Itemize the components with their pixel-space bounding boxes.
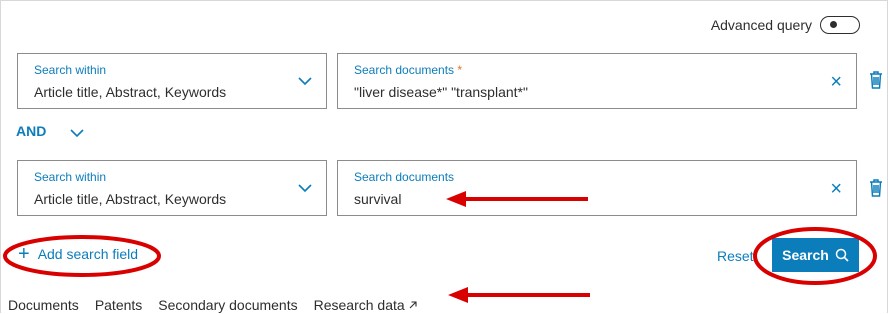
advanced-query-toggle[interactable] — [820, 16, 860, 34]
search-documents-field-1[interactable]: Search documents * "liver disease*" "tra… — [337, 53, 857, 109]
search-documents-value: survival — [354, 191, 402, 207]
toggle-knob — [830, 21, 837, 28]
search-within-label: Search within — [34, 63, 107, 77]
search-documents-label: Search documents — [354, 170, 455, 184]
search-within-select-1[interactable]: Search within Article title, Abstract, K… — [17, 53, 327, 109]
tab-research-data[interactable]: Research data — [314, 297, 418, 313]
chevron-down-icon — [298, 184, 312, 193]
tab-secondary-documents[interactable]: Secondary documents — [158, 297, 297, 313]
tab-documents[interactable]: Documents — [8, 297, 79, 313]
document-type-tabs: Documents Patents Secondary documents Re… — [8, 297, 418, 313]
close-icon[interactable]: × — [830, 72, 842, 92]
required-marker: * — [457, 63, 463, 77]
chevron-down-icon — [70, 129, 84, 138]
chevron-down-icon — [298, 77, 312, 86]
add-search-field-button[interactable]: + Add search field — [18, 243, 139, 265]
search-within-value: Article title, Abstract, Keywords — [34, 84, 227, 100]
trash-icon[interactable] — [869, 179, 883, 197]
search-within-value: Article title, Abstract, Keywords — [34, 191, 227, 207]
add-search-field-label: Add search field — [37, 246, 139, 262]
search-documents-value: "liver disease*" "transplant*" — [354, 84, 528, 100]
search-button-label: Search — [782, 247, 829, 263]
search-documents-field-2[interactable]: Search documents survival × — [337, 160, 857, 216]
research-data-label: Research data — [313, 297, 405, 313]
plus-icon: + — [18, 243, 30, 265]
operator-value: AND — [16, 123, 47, 139]
search-button[interactable]: Search — [772, 238, 859, 272]
search-form-panel — [0, 0, 888, 313]
search-within-label: Search within — [34, 170, 107, 184]
trash-icon[interactable] — [869, 71, 883, 89]
advanced-query-label: Advanced query — [710, 17, 812, 33]
boolean-operator-select[interactable]: AND — [16, 123, 84, 139]
tab-patents[interactable]: Patents — [95, 297, 142, 313]
search-icon — [835, 248, 849, 262]
external-link-icon — [409, 301, 417, 309]
advanced-query-control[interactable]: Advanced query — [711, 16, 860, 34]
search-documents-label: Search documents * — [354, 63, 463, 77]
search-within-select-2[interactable]: Search within Article title, Abstract, K… — [17, 160, 327, 216]
close-icon[interactable]: × — [830, 179, 842, 199]
reset-button[interactable]: Reset — [717, 248, 754, 264]
